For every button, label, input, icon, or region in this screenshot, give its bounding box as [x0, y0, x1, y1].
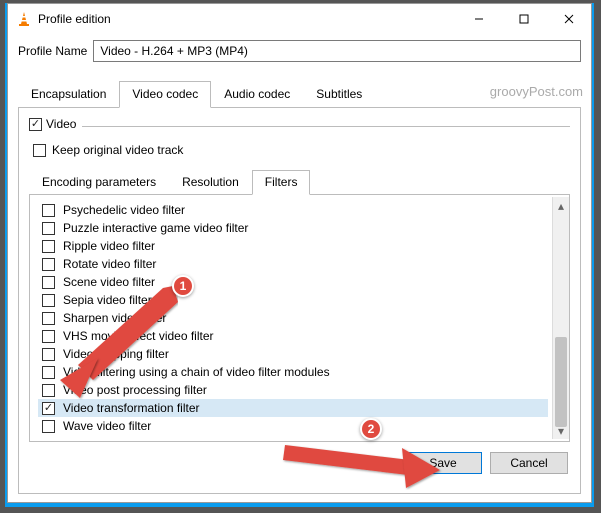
filter-label: Sepia video filter [63, 293, 152, 307]
scroll-up-icon[interactable]: ▴ [553, 197, 569, 214]
filter-checkbox[interactable] [42, 384, 55, 397]
filter-label: Wave video filter [63, 419, 151, 433]
filter-item[interactable]: Puzzle interactive game video filter [38, 219, 548, 237]
filter-item[interactable]: Video filtering using a chain of video f… [38, 363, 548, 381]
filter-checkbox[interactable] [42, 402, 55, 415]
tab-audio-codec[interactable]: Audio codec [211, 81, 303, 108]
filter-label: Puzzle interactive game video filter [63, 221, 248, 235]
tab-subtitles[interactable]: Subtitles [303, 81, 375, 108]
subtab-filters[interactable]: Filters [252, 170, 311, 195]
tab-video-codec[interactable]: Video codec [119, 81, 211, 108]
filter-item[interactable]: Rotate video filter [38, 255, 548, 273]
content-area: Profile Name Encapsulation Video codec A… [8, 34, 591, 502]
close-button[interactable] [546, 4, 591, 34]
filter-checkbox[interactable] [42, 258, 55, 271]
filter-label: Sharpen video filter [63, 311, 166, 325]
panel-video-codec: Video Keep original video track Encoding… [18, 108, 581, 494]
filter-label: Rotate video filter [63, 257, 156, 271]
filter-item[interactable]: Scene video filter [38, 273, 548, 291]
filter-item[interactable]: Video transformation filter [38, 399, 548, 417]
scroll-down-icon[interactable]: ▾ [553, 422, 569, 439]
filter-item[interactable]: Video cropping filter [38, 345, 548, 363]
filter-item[interactable]: Wave video filter [38, 417, 548, 435]
filter-checkbox[interactable] [42, 312, 55, 325]
tab-encapsulation[interactable]: Encapsulation [18, 81, 119, 108]
dialog-footer: Save Cancel [29, 442, 570, 476]
filter-checkbox[interactable] [42, 276, 55, 289]
cancel-button[interactable]: Cancel [490, 452, 568, 474]
dialog-window: Profile edition Profile Name Encapsulati… [7, 3, 592, 503]
save-button[interactable]: Save [404, 452, 482, 474]
filter-item[interactable]: Psychedelic video filter [38, 201, 548, 219]
filter-label: Video cropping filter [63, 347, 169, 361]
filter-label: Video filtering using a chain of video f… [63, 365, 330, 379]
scrollbar-vertical[interactable]: ▴ ▾ [552, 197, 569, 439]
subtab-encoding-parameters[interactable]: Encoding parameters [29, 170, 169, 195]
tabbar-main: Encapsulation Video codec Audio codec Su… [18, 80, 581, 108]
filter-item[interactable]: Sepia video filter [38, 291, 548, 309]
video-group-divider: Video [29, 126, 570, 127]
keep-original-checkbox[interactable] [33, 144, 46, 157]
filter-label: VHS movie effect video filter [63, 329, 214, 343]
filter-label: Video post processing filter [63, 383, 207, 397]
filter-label: Psychedelic video filter [63, 203, 185, 217]
filter-checkbox[interactable] [42, 366, 55, 379]
filter-item[interactable]: Ripple video filter [38, 237, 548, 255]
profile-name-input[interactable] [93, 40, 581, 62]
keep-original-label: Keep original video track [52, 143, 183, 157]
video-checkbox[interactable] [29, 118, 42, 131]
filter-list: Psychedelic video filter Puzzle interacti… [30, 197, 552, 439]
filter-label: Video transformation filter [63, 401, 200, 415]
subtab-resolution[interactable]: Resolution [169, 170, 252, 195]
scroll-thumb[interactable] [555, 337, 567, 427]
filter-checkbox[interactable] [42, 348, 55, 361]
maximize-button[interactable] [501, 4, 546, 34]
window-title: Profile edition [38, 12, 456, 26]
panel-filters: Psychedelic video filter Puzzle interacti… [29, 195, 570, 442]
filter-checkbox[interactable] [42, 240, 55, 253]
filter-item[interactable]: Sharpen video filter [38, 309, 548, 327]
profile-name-label: Profile Name [18, 44, 87, 58]
filter-item[interactable]: VHS movie effect video filter [38, 327, 548, 345]
filter-checkbox[interactable] [42, 222, 55, 235]
filter-item[interactable]: Video post processing filter [38, 381, 548, 399]
filter-checkbox[interactable] [42, 420, 55, 433]
filter-checkbox[interactable] [42, 294, 55, 307]
minimize-button[interactable] [456, 4, 501, 34]
filter-checkbox[interactable] [42, 204, 55, 217]
tabbar-subtabs: Encoding parameters Resolution Filters [29, 169, 570, 195]
titlebar: Profile edition [8, 4, 591, 34]
filter-label: Scene video filter [63, 275, 155, 289]
filter-checkbox[interactable] [42, 330, 55, 343]
filter-label: Ripple video filter [63, 239, 155, 253]
video-group-label: Video [46, 117, 76, 131]
vlc-cone-icon [16, 11, 32, 27]
